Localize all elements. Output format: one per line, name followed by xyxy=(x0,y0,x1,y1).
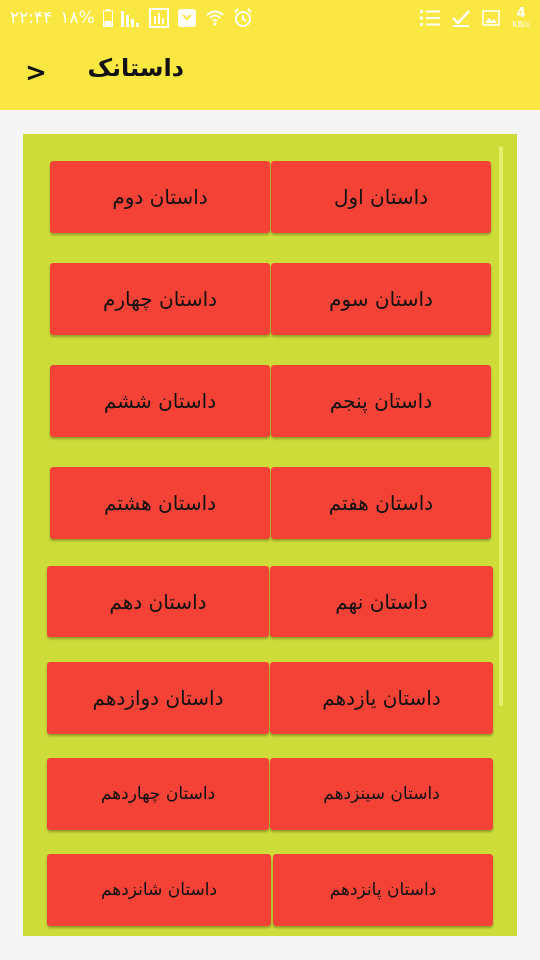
story-button-8[interactable]: داستان هشتم xyxy=(50,467,270,539)
story-button-9[interactable]: داستان نهم xyxy=(270,566,493,637)
story-button-15[interactable]: داستان پانزدهم xyxy=(273,854,493,926)
status-bar: ۲۲:۴۴ ۱۸% 4 KB/s xyxy=(0,0,540,36)
chevron-right-icon: > xyxy=(25,58,47,88)
story-button-12[interactable]: داستان دوازدهم xyxy=(47,662,269,734)
list-icon xyxy=(420,9,441,27)
page-title: داستانک xyxy=(87,54,184,82)
battery-icon xyxy=(102,9,113,27)
battery-percent: ۱۸% xyxy=(60,8,95,28)
story-button-2[interactable]: داستان دوم xyxy=(50,161,270,233)
chart-app-icon xyxy=(148,8,169,28)
story-button-13[interactable]: داستان سینزدهم xyxy=(270,758,493,830)
story-button-4[interactable]: داستان چهارم xyxy=(50,263,270,335)
clock: ۲۲:۴۴ xyxy=(10,8,53,28)
story-button-14[interactable]: داستان چهاردهم xyxy=(47,758,269,830)
check-icon xyxy=(452,9,471,27)
story-button-10[interactable]: داستان دهم xyxy=(47,566,269,637)
messenger-icon xyxy=(177,8,197,28)
signal-bars-icon xyxy=(120,9,141,27)
stories-panel: داستان اول داستان دوم داستان سوم داستان چها… xyxy=(23,134,517,936)
alarm-icon xyxy=(233,8,253,28)
status-right: 4 KB/s xyxy=(420,0,530,36)
scrollbar[interactable] xyxy=(499,146,503,706)
story-button-7[interactable]: داستان هفتم xyxy=(271,467,491,539)
story-button-3[interactable]: داستان سوم xyxy=(271,263,491,335)
app-bar: > داستانک xyxy=(0,36,540,110)
status-left: ۲۲:۴۴ ۱۸% xyxy=(10,0,253,36)
story-button-11[interactable]: داستان یازدهم xyxy=(270,662,493,734)
back-button[interactable]: > xyxy=(24,58,48,88)
net-speed: 4 KB/s xyxy=(512,7,530,30)
story-button-1[interactable]: داستان اول xyxy=(271,161,491,233)
image-icon xyxy=(482,10,501,26)
net-speed-value: 4 xyxy=(516,5,526,21)
story-button-16[interactable]: داستان شانزدهم xyxy=(47,854,271,926)
story-button-5[interactable]: داستان پنجم xyxy=(271,365,491,437)
story-button-6[interactable]: داستان ششم xyxy=(50,365,270,437)
net-speed-unit: KB/s xyxy=(512,19,530,29)
wifi-icon xyxy=(205,8,225,28)
